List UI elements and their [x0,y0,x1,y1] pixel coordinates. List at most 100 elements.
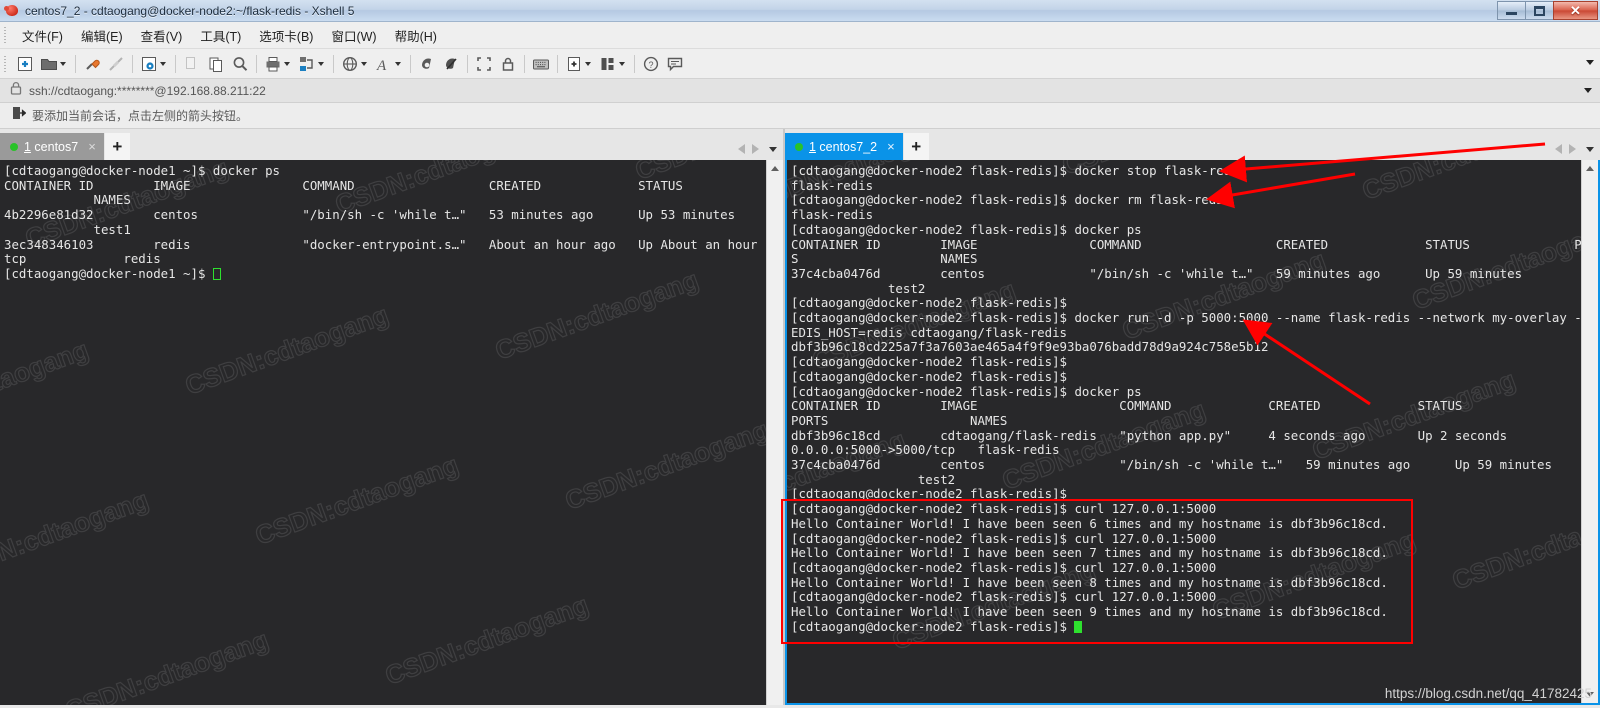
toolbar-grip[interactable] [2,53,10,74]
scroll-track[interactable] [1581,177,1598,686]
tab-centos7-2[interactable]: 1 centos7_2 × [785,133,903,160]
file-transfer-icon[interactable] [295,51,329,77]
tab-next-icon[interactable] [752,144,759,154]
watermark: CSDN:cdtaogang [251,449,463,552]
terminal-right-text: [cdtaogang@docker-node2 flask-redis]$ do… [791,163,1581,634]
toolbar-separator [557,54,558,73]
add-session-icon[interactable] [12,106,27,125]
toolbar-overflow-caret[interactable] [1586,60,1594,65]
open-folder-icon[interactable] [37,51,71,77]
menu-edit[interactable]: 编辑(E) [72,23,132,48]
toolbar-separator [175,54,176,73]
new-tab-button[interactable]: + [903,133,929,160]
scroll-track[interactable] [766,177,783,705]
window-controls: ✕ [1497,1,1598,20]
terminal-left-text: [cdtaogang@docker-node1 ~]$ docker ps CO… [4,163,758,281]
tab-index: 1 [809,139,816,154]
scroll-up-button[interactable] [1581,160,1598,177]
session-hint-bar: 要添加当前会话，点击左侧的箭头按钮。 [0,103,1600,129]
connect-icon[interactable] [80,51,104,77]
lock-icon [10,81,22,100]
tab-list-caret-icon[interactable] [1586,146,1594,152]
log-stop-icon[interactable] [439,51,463,77]
log-start-icon[interactable] [415,51,439,77]
terminal-left-output: [cdtaogang@docker-node1 ~]$ docker ps CO… [4,163,766,282]
scrollbar-left[interactable] [766,160,783,705]
window-title: centos7_2 - cdtaogang@docker-node2:~/fla… [25,3,355,18]
address-input[interactable]: ssh://cdtaogang:********@192.168.88.211:… [29,84,266,98]
menu-view[interactable]: 查看(V) [132,23,192,48]
chevron-down-icon[interactable] [284,61,290,66]
tab-close-icon[interactable]: × [885,140,897,153]
paste-icon[interactable] [204,51,228,77]
tunnel-globe-icon[interactable] [338,51,372,77]
terminal-left[interactable]: CSDN:cdtaogang CSDN:cdtaogang CSDN:cdtao… [0,160,766,705]
toolbar-separator [410,54,411,73]
chevron-down-icon[interactable] [395,61,401,66]
chevron-down-icon[interactable] [361,61,367,66]
tab-next-icon[interactable] [1569,144,1576,154]
scroll-up-button[interactable] [766,160,783,177]
chevron-down-icon[interactable] [585,61,591,66]
chevron-down-icon[interactable] [619,61,625,66]
menu-bar: 文件(F) 编辑(E) 查看(V) 工具(T) 选项卡(B) 窗口(W) 帮助(… [0,22,1600,49]
toolbar-separator [132,54,133,73]
fullscreen-icon[interactable] [472,51,496,77]
keyboard-icon[interactable] [529,51,553,77]
xshell-bug-icon [4,3,20,19]
tab-prev-icon[interactable] [738,144,745,154]
layout-icon[interactable] [596,51,630,77]
terminal-cursor [1074,620,1083,633]
scrollbar-right[interactable] [1581,160,1598,703]
toolbar-separator [524,54,525,73]
watermark: CSDN:cdtaogang [61,624,273,705]
session-properties-icon[interactable] [137,51,171,77]
tab-index: 1 [24,139,31,154]
close-button[interactable]: ✕ [1553,1,1598,20]
pane-left: 1 centos7 × + CSDN:cdtaogang CSDN:cdtaog… [0,129,783,705]
watermark: CSDN:cdtaogang [0,334,93,437]
tab-centos7[interactable]: 1 centos7 × [0,133,104,160]
svg-text:?: ? [649,60,654,70]
address-bar[interactable]: ssh://cdtaogang:********@192.168.88.211:… [0,79,1600,103]
lock-icon[interactable] [496,51,520,77]
tab-prev-icon[interactable] [1555,144,1562,154]
watermark: CSDN:cdtaogang [0,484,153,587]
print-icon[interactable] [261,51,295,77]
menu-window[interactable]: 窗口(W) [322,23,385,48]
toolbar-separator [634,54,635,73]
add-pane-icon[interactable] [562,51,596,77]
menu-help[interactable]: 帮助(H) [386,23,446,48]
chevron-down-icon[interactable] [318,61,324,66]
address-dropdown-caret[interactable] [1584,88,1592,93]
terminal-wrap-left: CSDN:cdtaogang CSDN:cdtaogang CSDN:cdtao… [0,160,783,705]
minimize-button[interactable] [1497,1,1526,20]
menu-tools[interactable]: 工具(T) [191,23,250,48]
terminal-cursor [212,267,221,280]
chevron-up-icon [771,166,779,171]
copy-icon[interactable] [180,51,204,77]
terminal-right[interactable]: CSDN:cdtaogang CSDN:cdtaogang CSDN:cdtao… [787,160,1581,703]
menu-grip[interactable] [2,25,10,45]
maximize-button[interactable] [1525,1,1554,20]
toolbar: A ? [0,49,1600,79]
disconnect-icon[interactable] [104,51,128,77]
menu-file[interactable]: 文件(F) [13,23,72,48]
help-icon[interactable]: ? [639,51,663,77]
find-icon[interactable] [228,51,252,77]
chat-icon[interactable] [663,51,687,77]
tab-close-icon[interactable]: × [86,140,98,153]
menu-tabs[interactable]: 选项卡(B) [250,23,322,48]
title-bar: centos7_2 - cdtaogang@docker-node2:~/fla… [0,0,1600,22]
new-tab-button[interactable]: + [104,133,130,160]
watermark: CSDN:cdtaogang [381,589,593,692]
tab-list-caret-icon[interactable] [769,146,777,152]
toolbar-separator [467,54,468,73]
terminal-right-output: [cdtaogang@docker-node2 flask-redis]$ do… [791,163,1581,635]
watermark: CSDN:cdtaogang [561,414,766,517]
new-session-icon[interactable] [13,51,37,77]
chevron-down-icon[interactable] [60,61,66,66]
connection-status-dot [795,142,803,151]
font-icon[interactable]: A [372,51,406,77]
chevron-down-icon[interactable] [160,61,166,66]
